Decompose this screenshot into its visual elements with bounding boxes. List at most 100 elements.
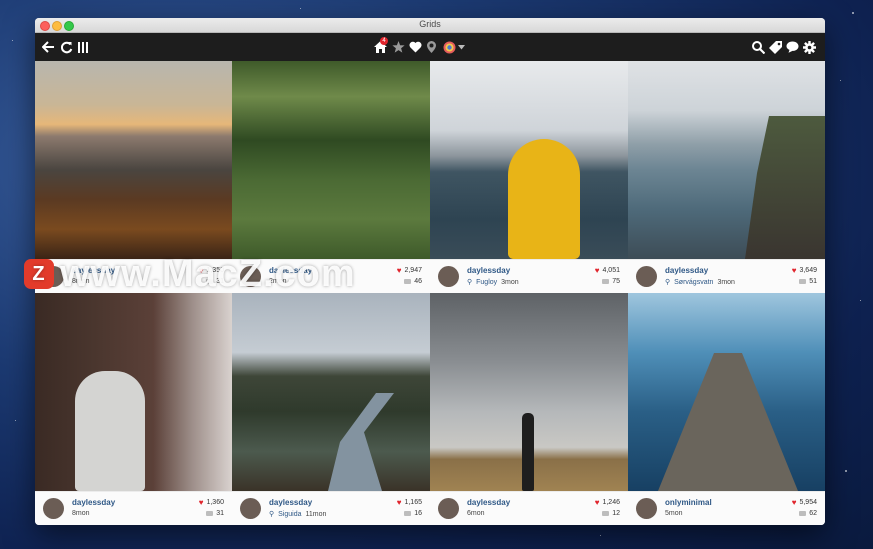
post-likes[interactable]: ♥ 3,649 (792, 266, 817, 275)
post-photo[interactable] (35, 61, 232, 259)
yellow-raincoat-figure (508, 139, 580, 259)
heart-icon: ♥ (198, 498, 204, 507)
toolbar: 4 (35, 33, 825, 61)
post-age: 6mon (467, 510, 485, 517)
post-subline: ⚲ Fugloy 3mon (467, 278, 519, 287)
refresh-icon (60, 41, 72, 53)
person-figure (522, 413, 534, 491)
post-username[interactable]: daylessday (269, 498, 312, 507)
search-button[interactable] (751, 33, 765, 61)
post-meta: daylessday ⚲ Sørvágsvatn 3mon ♥ 3,649 51 (628, 259, 825, 293)
post-subline: ⚲ Siguida 11mon (269, 510, 327, 519)
account-menu-button[interactable] (441, 33, 467, 61)
post-username[interactable]: daylessday (72, 498, 115, 507)
watermark: Z www.MacZ.com (24, 252, 356, 296)
post-username[interactable]: onlyminimal (665, 498, 712, 507)
post-photo[interactable] (430, 293, 628, 491)
post-photo[interactable] (232, 293, 430, 491)
photo-card[interactable]: daylessday ⚲ Siguida 11mon ♥ 1,165 16 (232, 293, 430, 525)
post-username[interactable]: daylessday (665, 266, 708, 275)
post-likes[interactable]: ♥ 2,947 (397, 266, 422, 275)
messages-button[interactable] (785, 33, 799, 61)
post-photo[interactable] (628, 61, 825, 259)
heart-icon: ♥ (594, 266, 600, 275)
likes-button[interactable] (408, 33, 422, 61)
comment-icon (602, 511, 610, 516)
post-likes[interactable]: ♥ 1,360 (199, 498, 224, 507)
post-comments[interactable]: 31 (206, 510, 224, 517)
post-photo[interactable] (430, 61, 628, 259)
comment-icon (602, 279, 610, 284)
avatar[interactable] (636, 266, 657, 287)
map-pin-icon: ⚲ (467, 279, 473, 286)
post-photo[interactable] (232, 61, 430, 259)
like-count: 3,649 (799, 267, 817, 274)
refresh-button[interactable] (59, 33, 73, 61)
heart-icon (408, 41, 422, 53)
grid-view-button[interactable] (77, 33, 89, 61)
post-comments[interactable]: 16 (404, 510, 422, 517)
post-age: 3mon (717, 278, 735, 286)
photo-card[interactable]: daylessday ⚲ Fugloy 3mon ♥ 4,051 75 (430, 61, 628, 293)
avatar[interactable] (636, 498, 657, 519)
heart-icon: ♥ (396, 498, 402, 507)
post-location[interactable]: Sørvágsvatn (674, 279, 713, 286)
post-comments[interactable]: 12 (602, 510, 620, 517)
post-age: 3mon (501, 278, 519, 286)
grid-icon (78, 41, 88, 53)
like-count: 1,165 (404, 499, 422, 506)
settings-button[interactable] (802, 33, 816, 61)
location-button[interactable] (425, 33, 437, 61)
river (328, 393, 394, 491)
comment-icon (404, 511, 412, 516)
account-avatar-icon (443, 41, 456, 53)
post-comments[interactable]: 75 (602, 278, 620, 285)
tags-button[interactable] (768, 33, 782, 61)
person-figure (75, 371, 145, 491)
gear-icon (802, 40, 816, 54)
heart-icon: ♥ (594, 498, 600, 507)
post-meta: onlyminimal 5mon ♥ 5,954 62 (628, 491, 825, 525)
post-username[interactable]: daylessday (467, 266, 510, 275)
comment-count: 51 (809, 278, 817, 285)
search-icon (751, 40, 765, 54)
post-age: 11mon (305, 510, 327, 518)
back-button[interactable] (41, 33, 55, 61)
star-icon (391, 41, 405, 53)
avatar[interactable] (43, 498, 64, 519)
photo-card[interactable]: daylessday 6mon ♥ 1,246 12 (430, 293, 628, 525)
heart-icon: ♥ (791, 266, 797, 275)
post-comments[interactable]: 51 (799, 278, 817, 285)
post-comments[interactable]: 62 (799, 510, 817, 517)
comment-icon (206, 511, 214, 516)
avatar[interactable] (240, 498, 261, 519)
post-comments[interactable]: 46 (404, 278, 422, 285)
post-likes[interactable]: ♥ 1,165 (397, 498, 422, 507)
home-button[interactable]: 4 (372, 33, 388, 61)
photo-card[interactable]: onlyminimal 5mon ♥ 5,954 62 (628, 293, 825, 525)
title-bar: Grids (35, 18, 825, 33)
post-photo[interactable] (628, 293, 825, 491)
comment-count: 75 (612, 278, 620, 285)
favorites-button[interactable] (391, 33, 405, 61)
post-photo[interactable] (35, 293, 232, 491)
post-meta: daylessday ⚲ Fugloy 3mon ♥ 4,051 75 (430, 259, 628, 293)
post-location[interactable]: Fugloy (476, 279, 497, 286)
avatar[interactable] (438, 498, 459, 519)
chat-bubble-icon (786, 41, 798, 53)
post-likes[interactable]: ♥ 4,051 (595, 266, 620, 275)
post-subline: ⚲ Sørvágsvatn 3mon (665, 278, 735, 287)
post-likes[interactable]: ♥ 5,954 (792, 498, 817, 507)
post-location[interactable]: Siguida (278, 511, 301, 518)
like-count: 5,954 (799, 499, 817, 506)
post-likes[interactable]: ♥ 1,246 (595, 498, 620, 507)
photo-card[interactable]: daylessday ⚲ Sørvágsvatn 3mon ♥ 3,649 51 (628, 61, 825, 293)
avatar[interactable] (438, 266, 459, 287)
post-username[interactable]: daylessday (467, 498, 510, 507)
notification-badge: 4 (380, 37, 388, 45)
comment-icon (404, 279, 412, 284)
tag-icon (768, 40, 782, 54)
chevron-down-icon (458, 44, 465, 49)
photo-card[interactable]: daylessday 8mon ♥ 1,360 31 (35, 293, 232, 525)
map-pin-icon: ⚲ (665, 279, 671, 286)
